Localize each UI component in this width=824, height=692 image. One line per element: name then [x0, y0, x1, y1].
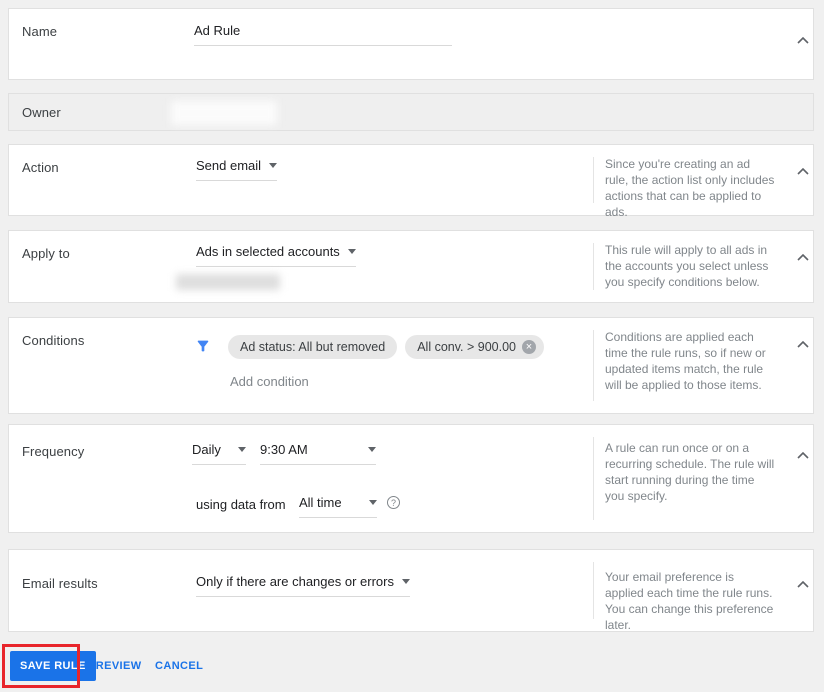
help-divider: [593, 437, 594, 520]
frequency-time-select[interactable]: 9:30 AM: [260, 442, 376, 465]
apply-to-help-text: This rule will apply to all ads in the a…: [605, 243, 769, 289]
data-range-value: All time: [299, 495, 342, 510]
dropdown-arrow-icon: [369, 500, 377, 505]
collapse-action-section-button[interactable]: [793, 161, 813, 181]
collapse-email-results-section-button[interactable]: [793, 574, 813, 594]
apply-to-select-value: Ads in selected accounts: [196, 244, 340, 259]
chevron-up-icon: [797, 340, 809, 348]
frequency-interval-select[interactable]: Daily: [192, 442, 246, 465]
frequency-interval-value: Daily: [192, 442, 221, 457]
help-divider: [593, 157, 594, 203]
help-divider: [593, 330, 594, 401]
filter-icon: [195, 338, 211, 359]
action-help-text: Since you're creating an ad rule, the ac…: [605, 157, 775, 219]
email-results-field-label: Email results: [22, 576, 98, 591]
apply-to-select[interactable]: Ads in selected accounts: [196, 244, 356, 267]
condition-chip[interactable]: All conv. > 900.00 ×: [405, 335, 545, 359]
dropdown-arrow-icon: [368, 447, 376, 452]
chevron-up-icon: [797, 580, 809, 588]
apply-to-field-label: Apply to: [22, 246, 70, 261]
email-results-select-value: Only if there are changes or errors: [196, 574, 394, 589]
frequency-time-value: 9:30 AM: [260, 442, 308, 457]
preview-button[interactable]: PREVIEW: [88, 651, 142, 681]
chip-close-icon[interactable]: ×: [522, 340, 537, 354]
using-data-from-label: using data from: [196, 497, 286, 512]
chevron-up-icon: [797, 451, 809, 459]
email-results-select[interactable]: Only if there are changes or errors: [196, 574, 410, 597]
chevron-up-icon: [797, 36, 809, 44]
action-section-card: Action Send email Since you're creating …: [8, 144, 814, 219]
add-condition-button[interactable]: Add condition: [230, 374, 309, 389]
conditions-field-label: Conditions: [22, 333, 85, 348]
action-select-value: Send email: [196, 158, 262, 173]
dropdown-arrow-icon: [401, 579, 410, 584]
selected-account-redacted: [176, 274, 280, 290]
owner-value-redacted: [171, 101, 277, 125]
footer-action-bar: SAVE RULE PREVIEW CANCEL: [0, 640, 824, 692]
action-select[interactable]: Send email: [196, 158, 278, 181]
chevron-up-icon: [797, 167, 809, 175]
conditions-help-text: Conditions are applied each time the rul…: [605, 330, 766, 392]
help-icon[interactable]: ?: [387, 496, 400, 509]
owner-field-label: Owner: [22, 105, 61, 120]
name-field-label: Name: [22, 24, 58, 39]
conditions-section-card: Conditions Ad status: All but removed Al…: [8, 317, 814, 414]
apply-to-section-card: Apply to Ads in selected accounts This r…: [8, 230, 814, 303]
frequency-section-card: Frequency Daily 9:30 AM using data from …: [8, 424, 814, 533]
help-divider: [593, 562, 594, 619]
dropdown-arrow-icon: [347, 249, 356, 254]
cancel-button[interactable]: CANCEL: [155, 651, 203, 681]
condition-chip-label: All conv. > 900.00: [417, 340, 517, 354]
name-section-card: Name Ad Rule: [8, 8, 814, 80]
condition-chip-list: Ad status: All but removed All conv. > 9…: [228, 335, 545, 359]
rule-name-input[interactable]: Ad Rule: [194, 23, 452, 46]
frequency-field-label: Frequency: [22, 444, 85, 459]
save-rule-button[interactable]: SAVE RULE: [10, 651, 96, 681]
dropdown-arrow-icon: [269, 163, 278, 168]
collapse-name-section-button[interactable]: [793, 30, 813, 50]
frequency-help-text: A rule can run once or on a recurring sc…: [605, 441, 775, 503]
owner-section-card: Owner: [8, 93, 814, 131]
action-field-label: Action: [22, 160, 59, 175]
collapse-frequency-section-button[interactable]: [793, 445, 813, 465]
email-results-section-card: Email results Only if there are changes …: [8, 549, 814, 632]
help-divider: [593, 243, 594, 290]
email-results-help-text: Your email preference is applied each ti…: [605, 570, 774, 632]
collapse-apply-to-section-button[interactable]: [793, 247, 813, 267]
dropdown-arrow-icon: [238, 447, 246, 452]
chevron-up-icon: [797, 253, 809, 261]
collapse-conditions-section-button[interactable]: [793, 334, 813, 354]
condition-chip[interactable]: Ad status: All but removed: [228, 335, 398, 359]
condition-chip-label: Ad status: All but removed: [240, 340, 386, 354]
data-range-select[interactable]: All time: [299, 495, 377, 518]
